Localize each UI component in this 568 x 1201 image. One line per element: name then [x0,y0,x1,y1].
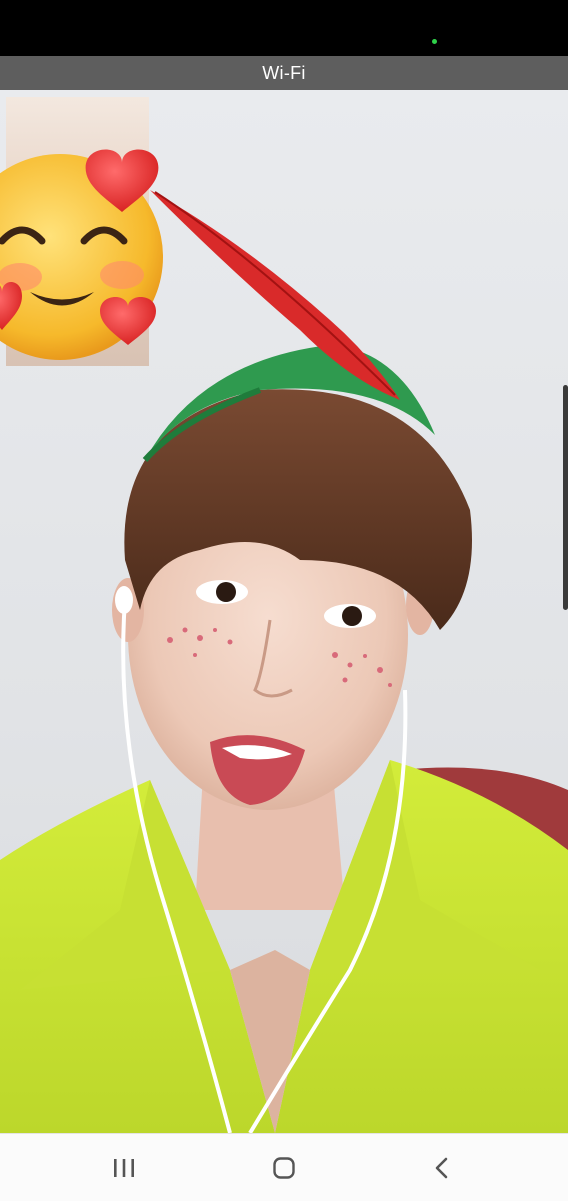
wifi-banner-label: Wi-Fi [262,62,306,83]
self-view-preview[interactable] [0,97,163,366]
wifi-banner: Wi-Fi [0,56,568,90]
camera-in-use-indicator [432,39,437,44]
navigation-bar [0,1133,568,1201]
back-button[interactable] [422,1148,462,1188]
back-icon [435,1157,448,1179]
earbud-left [115,586,133,614]
status-bar [0,0,568,56]
home-button[interactable] [264,1148,304,1188]
pupil-left [216,582,236,602]
recent-apps-button[interactable] [104,1148,144,1188]
edge-panel-handle[interactable] [563,385,568,610]
pupil-right [342,606,362,626]
smiling-face-with-hearts-icon [0,149,163,360]
recent-apps-icon [114,1159,134,1177]
home-icon [273,1157,295,1179]
